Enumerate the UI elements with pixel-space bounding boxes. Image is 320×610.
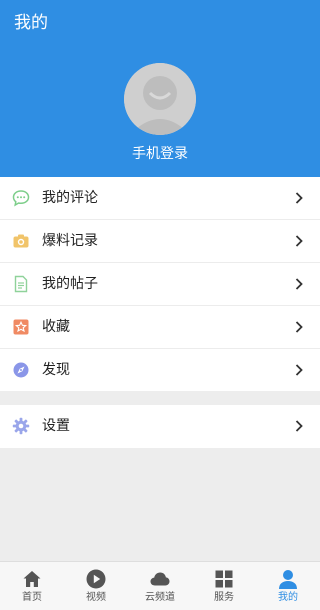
tab-video[interactable]: 视频: [64, 562, 128, 610]
chevron-right-icon: [294, 191, 304, 205]
tab-cloud-channel[interactable]: 云频道: [128, 562, 192, 610]
menu-list: 我的评论 爆料记录 我的帖子 收藏 发现: [0, 177, 320, 391]
menu-item-my-posts[interactable]: 我的帖子: [0, 263, 320, 306]
tab-label: 服务: [214, 592, 234, 603]
grid-icon: [213, 568, 235, 590]
tab-label: 云频道: [145, 592, 175, 603]
compass-icon: [12, 361, 30, 379]
menu-item-favorites[interactable]: 收藏: [0, 306, 320, 349]
tab-mine[interactable]: 我的: [256, 562, 320, 610]
home-icon: [21, 568, 43, 590]
menu-item-label: 设置: [42, 418, 70, 434]
profile-header: 我的 手机登录: [0, 0, 320, 177]
chevron-right-icon: [294, 363, 304, 377]
menu-item-label: 爆料记录: [42, 233, 98, 249]
star-icon: [12, 318, 30, 336]
chevron-right-icon: [294, 419, 304, 433]
tab-home[interactable]: 首页: [0, 562, 64, 610]
chevron-right-icon: [294, 320, 304, 334]
menu-item-tip-records[interactable]: 爆料记录: [0, 220, 320, 263]
settings-group: 设置: [0, 405, 320, 448]
menu-item-label: 我的评论: [42, 190, 98, 206]
chevron-right-icon: [294, 277, 304, 291]
gear-icon: [12, 417, 30, 435]
menu-item-discover[interactable]: 发现: [0, 349, 320, 392]
document-icon: [12, 275, 30, 293]
camera-icon: [12, 232, 30, 250]
menu-item-label: 我的帖子: [42, 276, 98, 292]
page-title: 我的: [14, 13, 48, 33]
person-icon: [277, 568, 299, 590]
menu-item-settings[interactable]: 设置: [0, 405, 320, 448]
bottom-tab-bar: 首页 视频 云频道 服务 我的: [0, 561, 320, 610]
tab-services[interactable]: 服务: [192, 562, 256, 610]
phone-login-link[interactable]: 手机登录: [0, 144, 320, 164]
menu-item-label: 发现: [42, 362, 70, 378]
tab-label: 首页: [22, 592, 42, 603]
menu-item-label: 收藏: [42, 319, 70, 335]
tab-label: 我的: [278, 592, 298, 603]
comment-bubble-icon: [12, 189, 30, 207]
cloud-icon: [149, 568, 171, 590]
tab-label: 视频: [86, 592, 106, 603]
menu-item-my-comments[interactable]: 我的评论: [0, 177, 320, 220]
play-icon: [85, 568, 107, 590]
avatar[interactable]: [124, 63, 196, 135]
chevron-right-icon: [294, 234, 304, 248]
